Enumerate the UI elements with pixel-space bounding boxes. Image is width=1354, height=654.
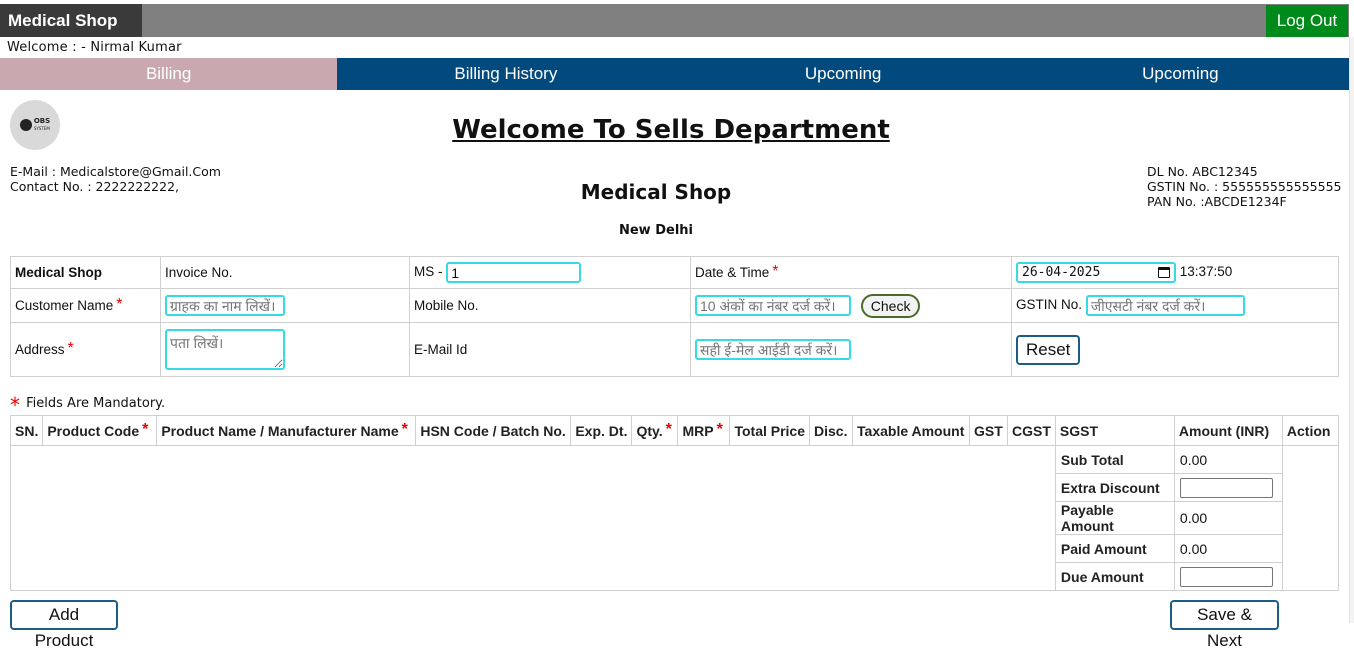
date-value: 26-04-2025 <box>1022 265 1101 280</box>
tab-upcoming-1[interactable]: Upcoming <box>675 58 1012 90</box>
col-exp-date: Exp. Dt. <box>570 415 633 446</box>
info-row: Customer Name* Mobile No. Check GSTIN No… <box>10 288 1339 323</box>
subtotal-value: 0.00 <box>1173 445 1283 474</box>
welcome-text: Welcome : - Nirmal Kumar <box>7 40 182 55</box>
col-gst: GST <box>969 415 1009 446</box>
product-rows-area <box>10 445 1056 591</box>
col-product-code: Product Code * <box>42 415 158 446</box>
calendar-icon[interactable] <box>1158 267 1170 278</box>
time-value: 13:37:50 <box>1179 264 1233 280</box>
page-scrollbar[interactable] <box>1349 37 1354 623</box>
col-product-name-label: Product Name / Manufacturer Name <box>161 422 399 439</box>
due-amount-cell <box>1173 562 1283 591</box>
email-cell <box>690 322 1012 377</box>
required-marker: * <box>716 420 723 438</box>
mobile-label: Mobile No. <box>409 288 691 323</box>
col-sgst: SGST <box>1054 415 1175 446</box>
logout-button[interactable]: Log Out <box>1266 5 1348 37</box>
extra-discount-label: Extra Discount <box>1054 473 1175 502</box>
required-marker: * <box>665 420 672 438</box>
address-label-cell: Address * <box>10 322 161 377</box>
required-marker: * <box>142 420 149 438</box>
shop-label-cell: Medical Shop <box>10 256 161 289</box>
col-action: Action <box>1281 415 1340 446</box>
col-hsn: HSN Code / Batch No. <box>415 415 572 446</box>
address-input[interactable] <box>165 329 285 370</box>
product-header-row: SN. Product Code * Product Name / Manufac… <box>9 415 1340 446</box>
add-product-button[interactable]: Add Product <box>10 600 118 650</box>
check-button[interactable]: Check <box>860 293 921 318</box>
extra-discount-cell <box>1173 473 1283 502</box>
required-marker: * <box>772 263 779 280</box>
action-column-area <box>1281 445 1340 591</box>
due-amount-input[interactable] <box>1179 566 1273 587</box>
main-nav: Billing Billing History Upcoming Upcomin… <box>0 58 1349 90</box>
product-table: SN. Product Code * Product Name / Manufac… <box>9 415 1340 591</box>
invoice-label: Invoice No. <box>160 256 410 289</box>
payable-amount-label: Payable Amount <box>1054 501 1175 535</box>
address-cell <box>160 322 410 377</box>
shop-name: Medical Shop <box>580 180 732 204</box>
datetime-label: Date & Time <box>695 265 770 280</box>
reset-button[interactable]: Reset <box>1016 334 1081 365</box>
date-input[interactable]: 26-04-2025 <box>1016 262 1176 283</box>
dl-line: DL No. ABC12345 <box>1147 164 1258 179</box>
customer-name-input[interactable] <box>165 295 285 316</box>
payable-amount-value: 0.00 <box>1173 501 1283 535</box>
page-title: Welcome To Sells Department <box>452 115 890 145</box>
email-label: E-Mail Id <box>409 322 691 377</box>
due-amount-label: Due Amount <box>1054 562 1175 591</box>
required-marker: * <box>67 340 74 357</box>
gstin-cell: GSTIN No. <box>1011 288 1339 323</box>
brand-title: Medical Shop <box>0 4 142 37</box>
invoice-cell: MS - <box>409 256 691 289</box>
top-bar <box>0 4 1349 37</box>
mobile-input[interactable] <box>695 295 851 316</box>
mandatory-text: Fields Are Mandatory. <box>26 396 166 411</box>
required-marker: * <box>10 393 20 417</box>
col-mrp-label: MRP <box>682 422 714 439</box>
paid-amount-value: 0.00 <box>1173 534 1283 563</box>
paid-amount-label: Paid Amount <box>1054 534 1175 563</box>
tab-billing[interactable]: Billing <box>0 58 338 90</box>
required-marker: * <box>401 420 408 438</box>
reset-cell: Reset <box>1011 322 1339 377</box>
col-qty: Qty. * <box>631 415 679 446</box>
info-row: Address* E-Mail Id Reset <box>10 322 1339 377</box>
customer-label: Customer Name <box>15 298 114 313</box>
customer-info-table: Medical Shop Invoice No. MS - Date & Tim… <box>10 256 1339 377</box>
datetime-label-cell: Date & Time * <box>690 256 1012 289</box>
required-marker: * <box>116 296 123 313</box>
summary-row: Sub Total 0.00 <box>10 445 1340 591</box>
invoice-prefix: MS - <box>414 264 443 280</box>
gstin-input[interactable] <box>1085 295 1245 316</box>
tab-upcoming-2[interactable]: Upcoming <box>1012 58 1349 90</box>
shop-city: New Delhi <box>618 223 693 238</box>
customer-label-cell: Customer Name * <box>10 288 161 323</box>
mobile-cell: Check <box>690 288 1012 323</box>
col-discount: Disc. <box>809 415 854 446</box>
extra-discount-input[interactable] <box>1179 477 1273 498</box>
email-line: E-Mail : Medicalstore@Gmail.Com <box>10 164 221 179</box>
col-cgst: CGST <box>1007 415 1056 446</box>
datetime-cell: 26-04-2025 13:37:50 <box>1011 256 1339 289</box>
mandatory-note: * Fields Are Mandatory. <box>10 393 166 417</box>
tab-billing-history[interactable]: Billing History <box>337 58 674 90</box>
col-taxable-amount: Taxable Amount <box>852 415 971 446</box>
col-product-name: Product Name / Manufacturer Name * <box>156 415 417 446</box>
address-label: Address <box>15 342 65 357</box>
col-amount: Amount (INR) <box>1173 415 1283 446</box>
gstin-label: GSTIN No. <box>1016 297 1083 313</box>
email-input[interactable] <box>695 339 851 360</box>
subtotal-label: Sub Total <box>1054 445 1175 474</box>
col-mrp: MRP * <box>677 415 731 446</box>
col-qty-label: Qty. <box>636 422 663 439</box>
invoice-input[interactable] <box>446 262 582 283</box>
col-total-price: Total Price <box>729 415 811 446</box>
customer-cell <box>160 288 410 323</box>
save-next-button[interactable]: Save & Next <box>1170 600 1279 650</box>
col-sn: SN. <box>9 415 44 446</box>
col-product-code-label: Product Code <box>47 422 140 439</box>
info-row: Medical Shop Invoice No. MS - Date & Tim… <box>10 256 1339 289</box>
